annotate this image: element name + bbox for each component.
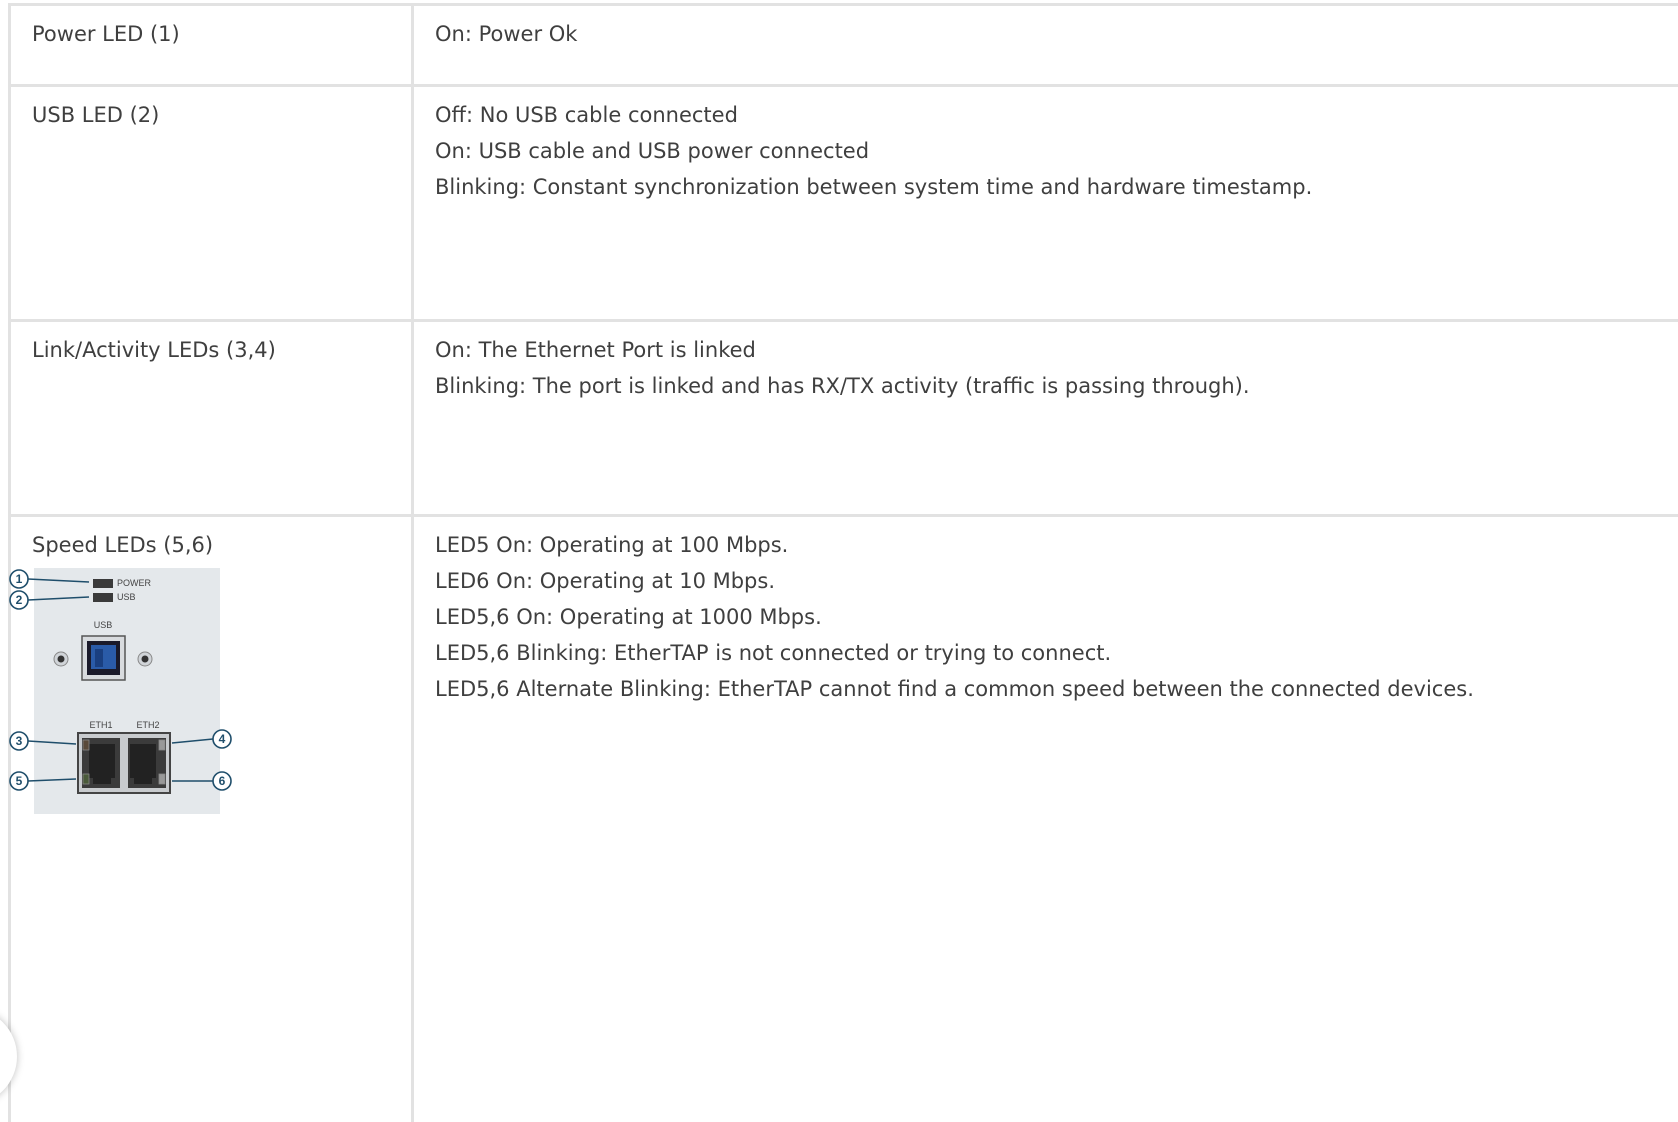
description-cell: LED5 On: Operating at 100 Mbps. LED6 On:… bbox=[411, 514, 1678, 1122]
callout-6-label: 6 bbox=[219, 774, 226, 788]
description-cell: Off: No USB cable connected On: USB cabl… bbox=[411, 84, 1678, 322]
callout-1-label: 1 bbox=[16, 572, 23, 586]
led-4 bbox=[158, 739, 166, 751]
description-line: On: USB cable and USB power connected bbox=[435, 139, 870, 163]
table-row-usb-led: USB LED (2) Off: No USB cable connected … bbox=[8, 84, 1678, 322]
callout-5-label: 5 bbox=[16, 774, 23, 788]
usb-port-label: USB bbox=[94, 620, 113, 630]
description-line: On: The Ethernet Port is linked bbox=[435, 338, 756, 362]
description-line: LED5,6 On: Operating at 1000 Mbps. bbox=[435, 605, 822, 629]
callout-2-label: 2 bbox=[16, 593, 23, 607]
description-cell: On: The Ethernet Port is linked Blinking… bbox=[411, 319, 1678, 517]
power-led-label: POWER bbox=[117, 578, 152, 588]
ethertap-front-panel-diagram: POWER USB 1 2 USB ETH1 ETH2 3 5 4 6 bbox=[9, 568, 259, 818]
eth2-label: ETH2 bbox=[136, 720, 159, 730]
description-line: Off: No USB cable connected bbox=[435, 103, 738, 127]
led-6 bbox=[158, 773, 166, 785]
label-cell: Link/Activity LEDs (3,4) bbox=[8, 319, 414, 517]
led-5 bbox=[82, 773, 90, 785]
description-line: LED5 On: Operating at 100 Mbps. bbox=[435, 533, 789, 557]
callout-3-label: 3 bbox=[16, 734, 23, 748]
led-3 bbox=[82, 739, 90, 751]
usb-led-label: USB bbox=[117, 592, 136, 602]
label-cell: Speed LEDs (5,6) POWER USB 1 2 USB ETH1 … bbox=[8, 514, 414, 1122]
description-line: LED5,6 Blinking: EtherTAP is not connect… bbox=[435, 641, 1112, 665]
description-line: LED5,6 Alternate Blinking: EtherTAP cann… bbox=[435, 677, 1474, 701]
table-row-speed-leds: Speed LEDs (5,6) POWER USB 1 2 USB ETH1 … bbox=[8, 514, 1678, 1122]
description-line: Blinking: The port is linked and has RX/… bbox=[435, 374, 1250, 398]
table-row-power-led: Power LED (1) On: Power Ok bbox=[8, 3, 1678, 87]
eth1-label: ETH1 bbox=[89, 720, 112, 730]
power-led-indicator bbox=[93, 579, 113, 588]
table-row-link-activity-leds: Link/Activity LEDs (3,4) On: The Etherne… bbox=[8, 319, 1678, 517]
label-cell: USB LED (2) bbox=[8, 84, 414, 322]
description-line: Blinking: Constant synchronization betwe… bbox=[435, 175, 1313, 199]
row-label: Power LED (1) bbox=[32, 22, 180, 46]
description-line: On: Power Ok bbox=[435, 22, 578, 46]
row-label: Speed LEDs (5,6) bbox=[32, 533, 214, 557]
row-label: Link/Activity LEDs (3,4) bbox=[32, 338, 276, 362]
row-label: USB LED (2) bbox=[32, 103, 160, 127]
page: Power LED (1) On: Power Ok USB LED (2) O… bbox=[0, 0, 1678, 1122]
description-cell: On: Power Ok bbox=[411, 3, 1678, 87]
led-status-table: Power LED (1) On: Power Ok USB LED (2) O… bbox=[8, 3, 1678, 1122]
label-cell: Power LED (1) bbox=[8, 3, 414, 87]
callout-4-label: 4 bbox=[219, 732, 226, 746]
description-line: LED6 On: Operating at 10 Mbps. bbox=[435, 569, 775, 593]
usb-led-indicator bbox=[93, 593, 113, 602]
